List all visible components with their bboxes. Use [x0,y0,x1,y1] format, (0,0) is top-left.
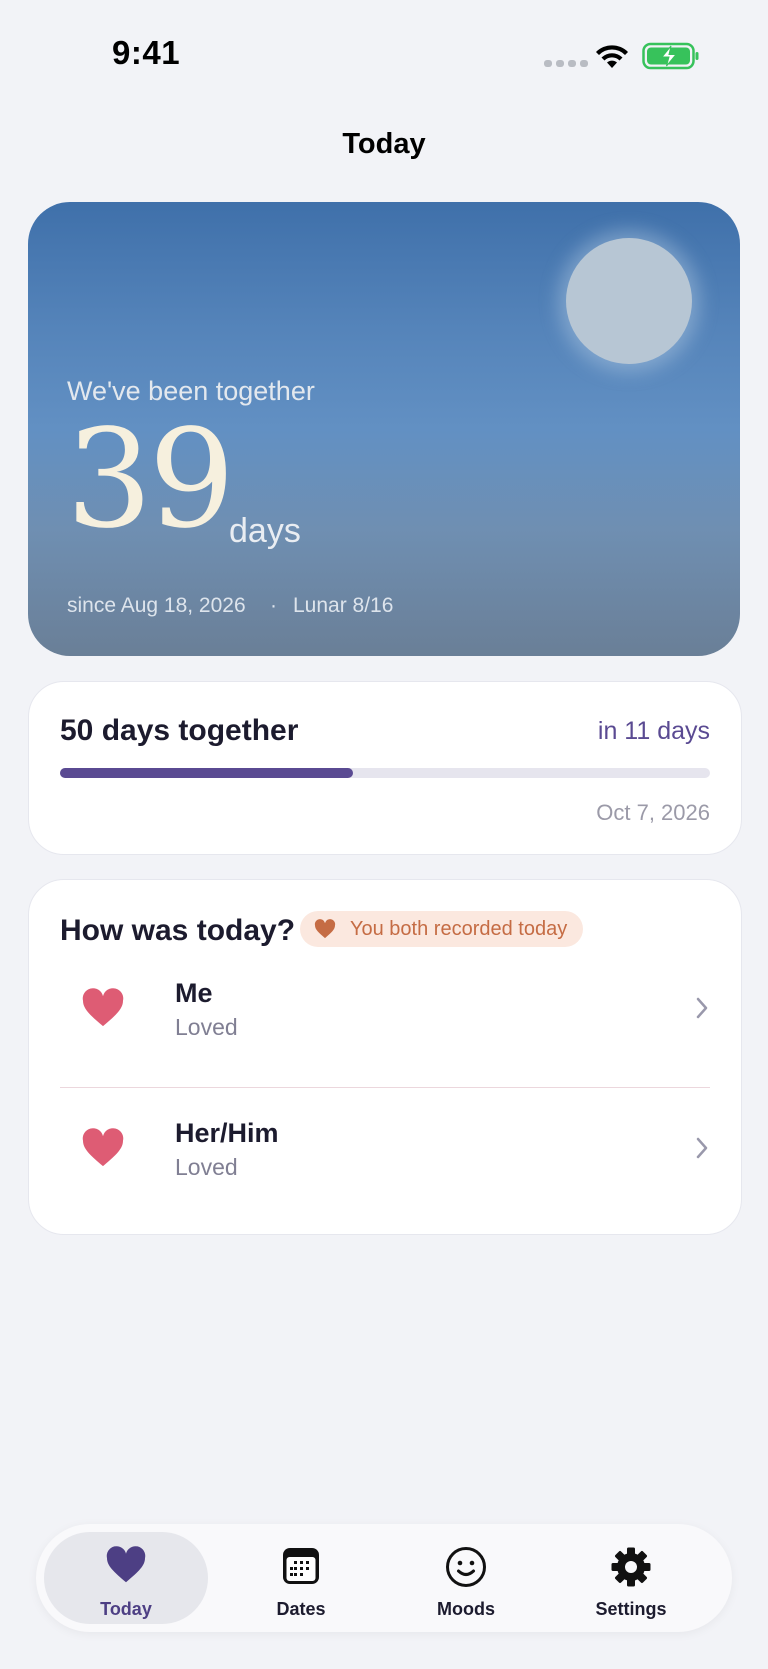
cellular-signal-icon [544,60,588,67]
battery-icon [642,42,699,70]
milestone-title: 50 days together [60,714,299,747]
days-unit: days [229,512,301,550]
status-bar: 9:41 [0,0,768,110]
heart-icon [106,1546,146,1583]
tab-label: Dates [276,1599,326,1619]
mood-feeling: Loved [175,1154,238,1180]
milestone-progress-fill [60,768,353,778]
milestone-progress-bar [60,768,710,778]
together-counter-card: We've been together 39 days since Aug 18… [28,202,740,656]
chevron-right-icon [696,1137,708,1159]
tab-dates[interactable]: Dates [219,1532,383,1624]
heart-icon [82,1128,124,1167]
mood-person-name: Me [175,978,213,1008]
tab-moods[interactable]: Moods [384,1532,548,1624]
tab-label: Today [100,1599,152,1619]
gear-icon [611,1547,651,1587]
mood-row-partner[interactable]: Her/Him Loved [29,1088,741,1208]
mood-card: How was today? You both recorded today M… [28,879,742,1235]
tab-settings[interactable]: Settings [549,1532,713,1624]
mood-feeling: Loved [175,1014,238,1040]
status-time: 9:41 [112,34,181,71]
mood-row-me[interactable]: Me Loved [29,948,741,1068]
milestone-countdown: in 11 days [597,717,710,745]
wifi-icon [596,45,628,68]
mood-person-name: Her/Him [175,1118,279,1148]
heart-icon [314,919,336,939]
separator-dot: · [270,594,277,617]
tab-label: Settings [595,1599,667,1619]
tab-bar: Today Dates Moods Settings [36,1524,732,1632]
since-date: since Aug 18, 2026 [67,594,246,617]
moon-illustration [566,238,692,364]
days-count: 39 [66,401,235,559]
recorded-badge: You both recorded today [300,911,584,947]
milestone-date: Oct 7, 2026 [596,800,710,825]
tab-label: Moods [437,1599,495,1619]
chevron-right-icon [696,997,708,1019]
recorded-badge-text: You both recorded today [350,917,568,940]
mood-title: How was today? [60,914,296,947]
smiley-icon [446,1547,486,1587]
tab-today[interactable]: Today [44,1532,208,1624]
page-title: Today [342,128,426,160]
lunar-date: Lunar 8/16 [293,594,394,617]
calendar-icon [283,1548,319,1584]
heart-icon [82,988,124,1027]
milestone-card[interactable]: 50 days together in 11 days Oct 7, 2026 [28,681,742,855]
